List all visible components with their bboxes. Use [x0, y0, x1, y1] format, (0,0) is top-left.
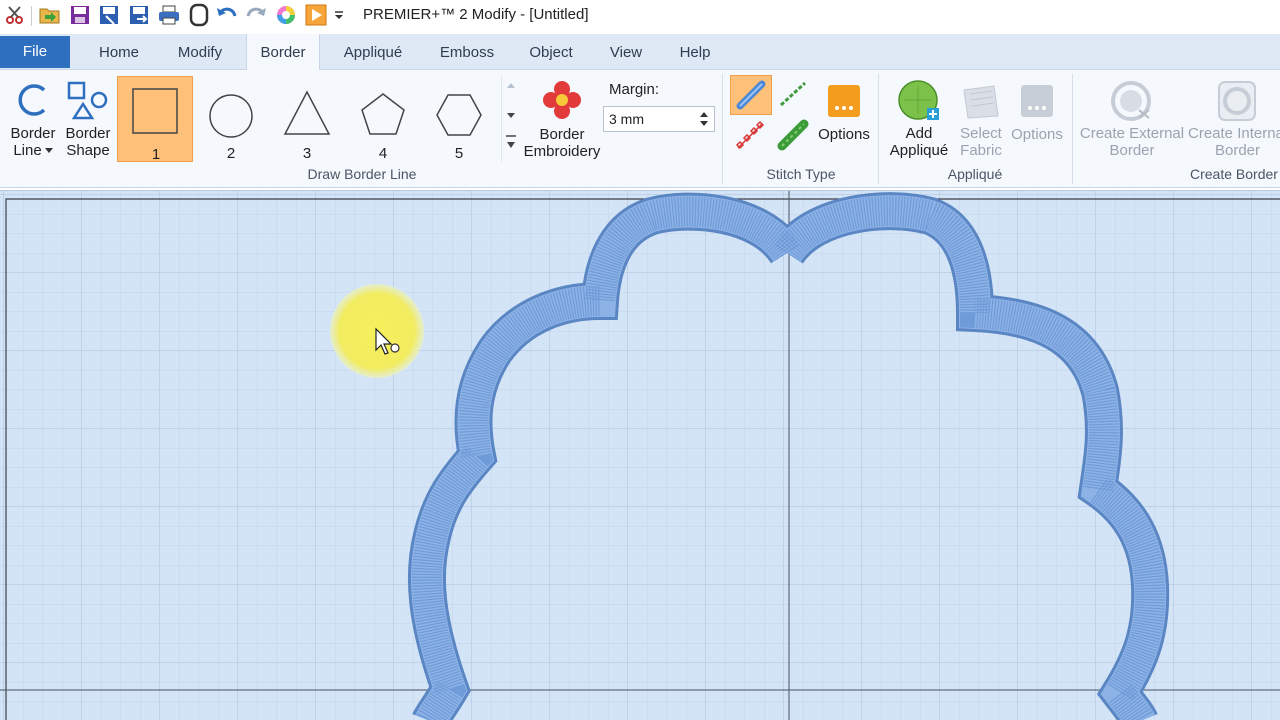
tab-help[interactable]: Help — [670, 34, 720, 70]
internal-border-icon — [1218, 81, 1256, 121]
window-title: PREMIER+™ 2 Modify - [Untitled] — [363, 6, 589, 23]
shape-triangle[interactable]: 3 — [269, 76, 345, 162]
circle-icon — [209, 94, 253, 138]
tab-emboss[interactable]: Emboss — [430, 34, 504, 70]
scissors-icon[interactable] — [2, 2, 28, 28]
color-wheel-icon[interactable] — [273, 2, 299, 28]
create-external-border-label-1: Create External — [1079, 125, 1185, 142]
redo-icon[interactable] — [243, 2, 269, 28]
flower-embroidery-icon — [543, 81, 581, 119]
square-icon — [132, 88, 178, 134]
select-fabric-label-2: Fabric — [960, 142, 1002, 159]
applique-options-button[interactable]: Options — [1008, 82, 1066, 162]
border-shape-button[interactable]: Border Shape — [62, 74, 114, 162]
tab-applique[interactable]: Appliqué — [333, 34, 413, 70]
shape-number: 2 — [226, 145, 236, 162]
border-embroidery-label-1: Border — [539, 126, 585, 143]
motif-stitch-icon — [735, 120, 765, 150]
gallery-scroll-icons — [506, 83, 516, 148]
group-separator — [878, 74, 879, 184]
save-as-icon[interactable] — [96, 2, 122, 28]
select-fabric-label-1: Select — [960, 125, 1002, 142]
satin-stitch-icon — [777, 119, 809, 151]
design-canvas[interactable] — [0, 190, 1280, 720]
margin-value: 3 mm — [609, 111, 644, 127]
stitch-options-button[interactable]: Options — [815, 82, 873, 162]
running-stitch-icon — [736, 80, 766, 110]
stitch-triple-button[interactable] — [773, 75, 813, 115]
stitch-satin-button[interactable] — [773, 116, 813, 156]
border-shape-icon — [67, 81, 108, 120]
border-shape-label-2: Shape — [66, 142, 110, 159]
margin-label: Margin: — [609, 81, 660, 98]
shape-circle[interactable]: 2 — [193, 76, 269, 162]
tab-view[interactable]: View — [600, 34, 652, 70]
triple-stitch-icon — [779, 81, 807, 107]
tab-home[interactable]: Home — [88, 34, 150, 70]
select-fabric-button[interactable]: Select Fabric — [955, 80, 1007, 162]
dropdown-arrow-icon — [44, 147, 53, 153]
shape-pentagon[interactable]: 4 — [345, 76, 421, 162]
hoop-icon[interactable] — [186, 2, 212, 28]
create-internal-border-label-2: Border — [1215, 142, 1261, 159]
stitch-running-button[interactable] — [730, 75, 772, 115]
add-applique-icon — [898, 80, 939, 120]
add-applique-button[interactable]: Add Appliqué — [884, 80, 954, 162]
border-embroidery-label-2: Embroidery — [523, 143, 601, 160]
stitch-motif-button[interactable] — [730, 116, 772, 156]
toolbar-separator — [31, 6, 32, 26]
customize-toolbar-icon[interactable] — [330, 2, 348, 28]
ribbon-panel: Border Line Border Shape 1 2 3 4 5 Draw … — [0, 70, 1280, 188]
print-icon[interactable] — [156, 2, 182, 28]
create-external-border-label-2: Border — [1109, 142, 1155, 159]
title-bar: PREMIER+™ 2 Modify - [Untitled] — [0, 0, 1280, 34]
shape-number: 1 — [151, 146, 161, 163]
tab-border[interactable]: Border — [246, 34, 320, 71]
create-internal-border-button[interactable]: Create Internal Border — [1188, 80, 1280, 162]
canvas-drawing — [0, 191, 1280, 720]
open-folder-icon[interactable] — [37, 2, 63, 28]
add-applique-label-1: Add — [905, 125, 933, 142]
ribbon-tabs: File Home Modify Border Appliqué Emboss … — [0, 34, 1280, 71]
create-internal-border-label-1: Create Internal — [1188, 125, 1280, 142]
border-embroidery-button[interactable]: Border Embroidery — [521, 74, 603, 162]
shape-hexagon[interactable]: 5 — [421, 76, 497, 162]
tab-modify[interactable]: Modify — [165, 34, 235, 70]
undo-icon[interactable] — [214, 2, 240, 28]
spinner-arrows-icon[interactable] — [697, 107, 711, 131]
group-label-applique: Appliqué — [947, 166, 1003, 182]
tab-object[interactable]: Object — [520, 34, 582, 70]
play-icon[interactable] — [303, 2, 329, 28]
gallery-scrollbar[interactable] — [501, 76, 519, 162]
group-label-stitch-type: Stitch Type — [766, 166, 836, 182]
applique-options-label: Options — [1011, 126, 1063, 143]
options-icon — [828, 85, 860, 117]
border-line-icon — [18, 84, 46, 116]
triangle-icon — [283, 90, 331, 135]
pentagon-icon — [361, 93, 405, 135]
border-shape-label-1: Border — [65, 125, 111, 142]
create-external-border-button[interactable]: Create External Border — [1078, 80, 1186, 162]
group-separator — [722, 74, 723, 184]
save-icon[interactable] — [67, 2, 93, 28]
tab-file[interactable]: File — [0, 36, 70, 68]
border-line-button[interactable]: Border Line — [4, 74, 62, 162]
border-line-label-2: Line — [13, 142, 42, 159]
group-label-create-border: Create Border — [1190, 166, 1278, 182]
export-icon[interactable] — [126, 2, 152, 28]
options-icon — [1021, 85, 1053, 117]
group-separator — [1072, 74, 1073, 184]
border-line-label-1: Border — [10, 125, 56, 142]
hexagon-icon — [436, 94, 482, 136]
shape-number: 3 — [302, 145, 312, 162]
fabric-icon — [963, 85, 999, 119]
external-border-icon — [1111, 81, 1151, 121]
stitch-options-label: Options — [818, 126, 870, 143]
group-label-draw-border-line: Draw Border Line — [307, 166, 417, 182]
shape-number: 5 — [454, 145, 464, 162]
margin-spinbox[interactable]: 3 mm — [603, 106, 715, 132]
shape-number: 4 — [378, 145, 388, 162]
shape-square[interactable]: 1 — [117, 76, 193, 163]
add-applique-label-2: Appliqué — [889, 142, 949, 159]
